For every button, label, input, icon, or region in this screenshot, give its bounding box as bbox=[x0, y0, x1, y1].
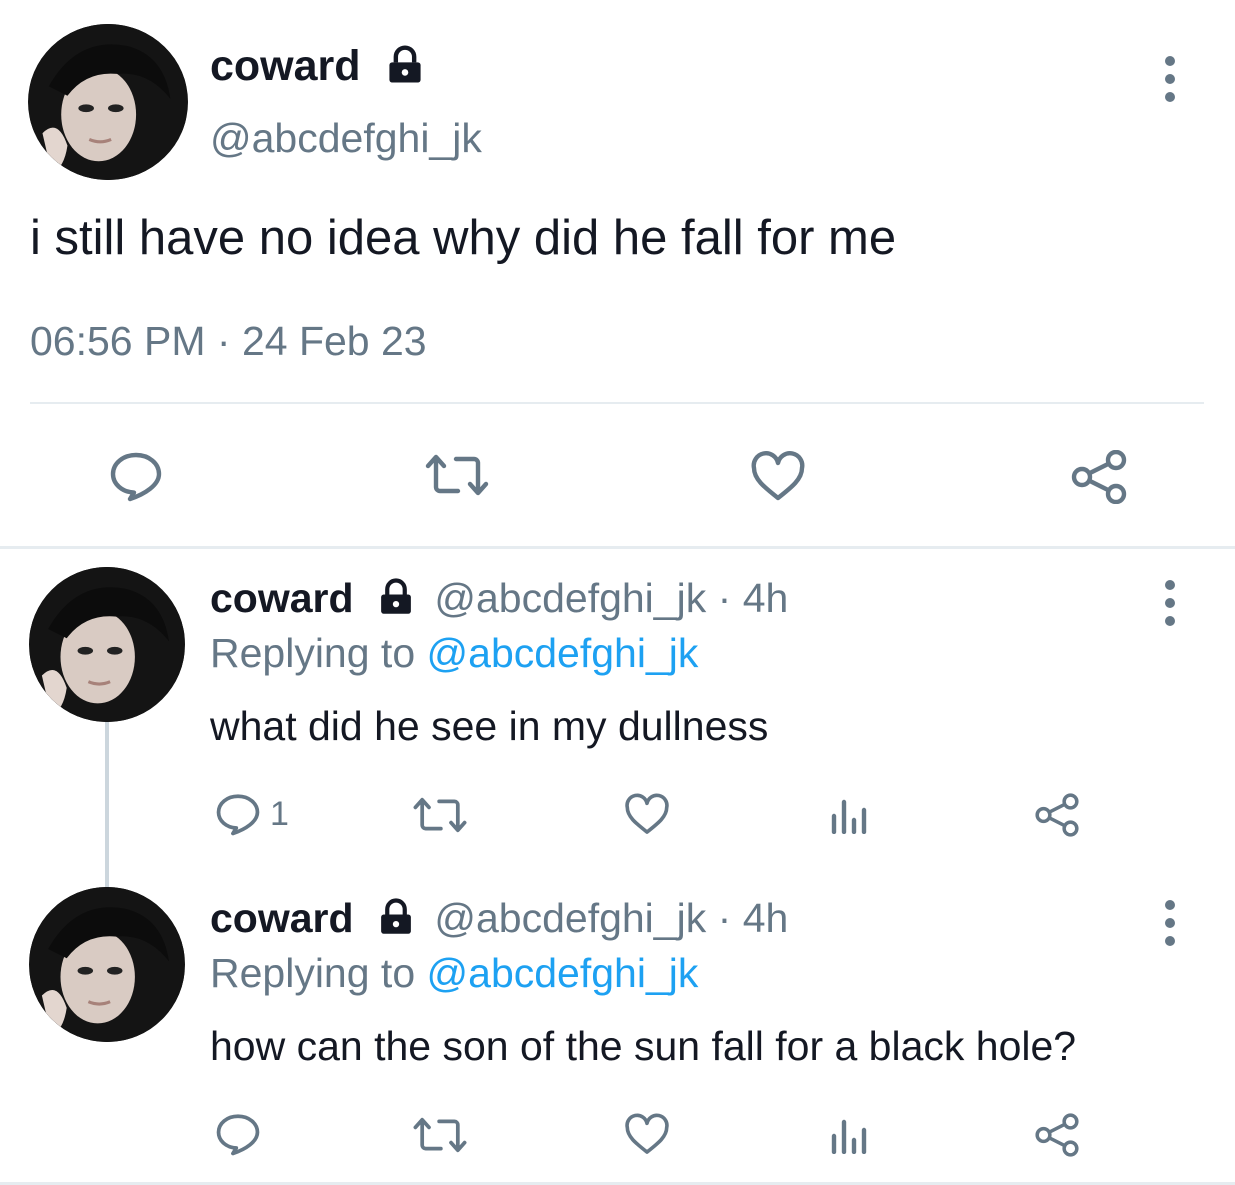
lock-icon bbox=[388, 45, 421, 83]
share-button[interactable] bbox=[1034, 1113, 1080, 1157]
reply-icon bbox=[216, 794, 260, 836]
like-button[interactable] bbox=[624, 792, 670, 836]
separator-dot: · bbox=[717, 575, 732, 621]
replying-handle-link[interactable]: @abcdefghi_jk bbox=[427, 630, 699, 676]
retweet-icon bbox=[413, 797, 467, 833]
retweet-button[interactable] bbox=[412, 1115, 468, 1155]
reply-icon bbox=[110, 452, 162, 502]
more-vertical-icon[interactable] bbox=[1158, 580, 1182, 626]
avatar-photo bbox=[29, 567, 185, 722]
avatar-photo bbox=[30, 24, 186, 180]
lock-icon bbox=[381, 898, 411, 934]
reply-button[interactable] bbox=[108, 450, 164, 502]
analytics-button[interactable] bbox=[830, 798, 870, 834]
like-button[interactable] bbox=[750, 450, 806, 502]
avatar[interactable] bbox=[29, 887, 185, 1042]
lock-icon bbox=[381, 578, 411, 614]
like-icon bbox=[625, 793, 669, 834]
reply-button[interactable] bbox=[214, 1112, 270, 1156]
more-vertical-icon[interactable] bbox=[1158, 900, 1182, 946]
replying-to: Replying to @abcdefghi_jk bbox=[210, 630, 698, 677]
display-name[interactable]: coward bbox=[210, 42, 427, 91]
analytics-icon bbox=[831, 799, 867, 834]
share-icon bbox=[1035, 1113, 1079, 1157]
reply-header: coward @abcdefghi_jk · 4h bbox=[210, 575, 788, 622]
replying-prefix: Replying to bbox=[210, 630, 416, 676]
retweet-button[interactable] bbox=[424, 452, 490, 498]
reply-button[interactable]: 1 bbox=[214, 792, 289, 836]
share-button[interactable] bbox=[1070, 450, 1128, 504]
tweet-text: how can the son of the sun fall for a bl… bbox=[210, 1023, 1077, 1069]
reply-icon bbox=[216, 1114, 260, 1156]
replying-to: Replying to @abcdefghi_jk bbox=[210, 950, 698, 997]
avatar-photo bbox=[29, 887, 185, 1042]
retweet-icon bbox=[425, 454, 489, 496]
separator-dot: · bbox=[216, 318, 231, 364]
share-icon bbox=[1035, 793, 1079, 837]
share-button[interactable] bbox=[1034, 793, 1080, 837]
share-icon bbox=[1071, 450, 1127, 504]
reply-header: coward @abcdefghi_jk · 4h bbox=[210, 895, 788, 942]
retweet-button[interactable] bbox=[412, 795, 468, 835]
more-vertical-icon[interactable] bbox=[1158, 56, 1182, 102]
tweet-text: what did he see in my dullness bbox=[210, 703, 769, 749]
tweet-age: 4h bbox=[742, 575, 789, 621]
retweet-icon bbox=[413, 1117, 467, 1153]
avatar[interactable] bbox=[28, 24, 188, 180]
tweet-timestamp: 06:56 PM · 24 Feb 23 bbox=[30, 318, 427, 365]
reply-count: 1 bbox=[270, 794, 289, 833]
tweet-time: 06:56 PM bbox=[30, 318, 206, 364]
analytics-button[interactable] bbox=[830, 1118, 870, 1154]
tweet-text: i still have no idea why did he fall for… bbox=[30, 211, 897, 265]
like-icon bbox=[625, 1113, 669, 1154]
like-button[interactable] bbox=[624, 1112, 670, 1156]
handle[interactable]: @abcdefghi_jk bbox=[210, 115, 482, 162]
separator-dot: · bbox=[717, 895, 732, 941]
thread-line bbox=[105, 722, 109, 887]
display-name[interactable]: coward bbox=[210, 895, 354, 941]
replying-prefix: Replying to bbox=[210, 950, 416, 996]
analytics-icon bbox=[831, 1119, 867, 1154]
divider bbox=[30, 402, 1204, 404]
tweet-date: 24 Feb 23 bbox=[241, 318, 427, 364]
replying-handle-link[interactable]: @abcdefghi_jk bbox=[427, 950, 699, 996]
display-name[interactable]: coward bbox=[210, 575, 354, 621]
handle[interactable]: @abcdefghi_jk bbox=[434, 575, 706, 621]
avatar[interactable] bbox=[29, 567, 185, 722]
tweet-age: 4h bbox=[742, 895, 789, 941]
section-divider bbox=[0, 546, 1235, 549]
handle[interactable]: @abcdefghi_jk bbox=[434, 895, 706, 941]
like-icon bbox=[751, 451, 805, 501]
